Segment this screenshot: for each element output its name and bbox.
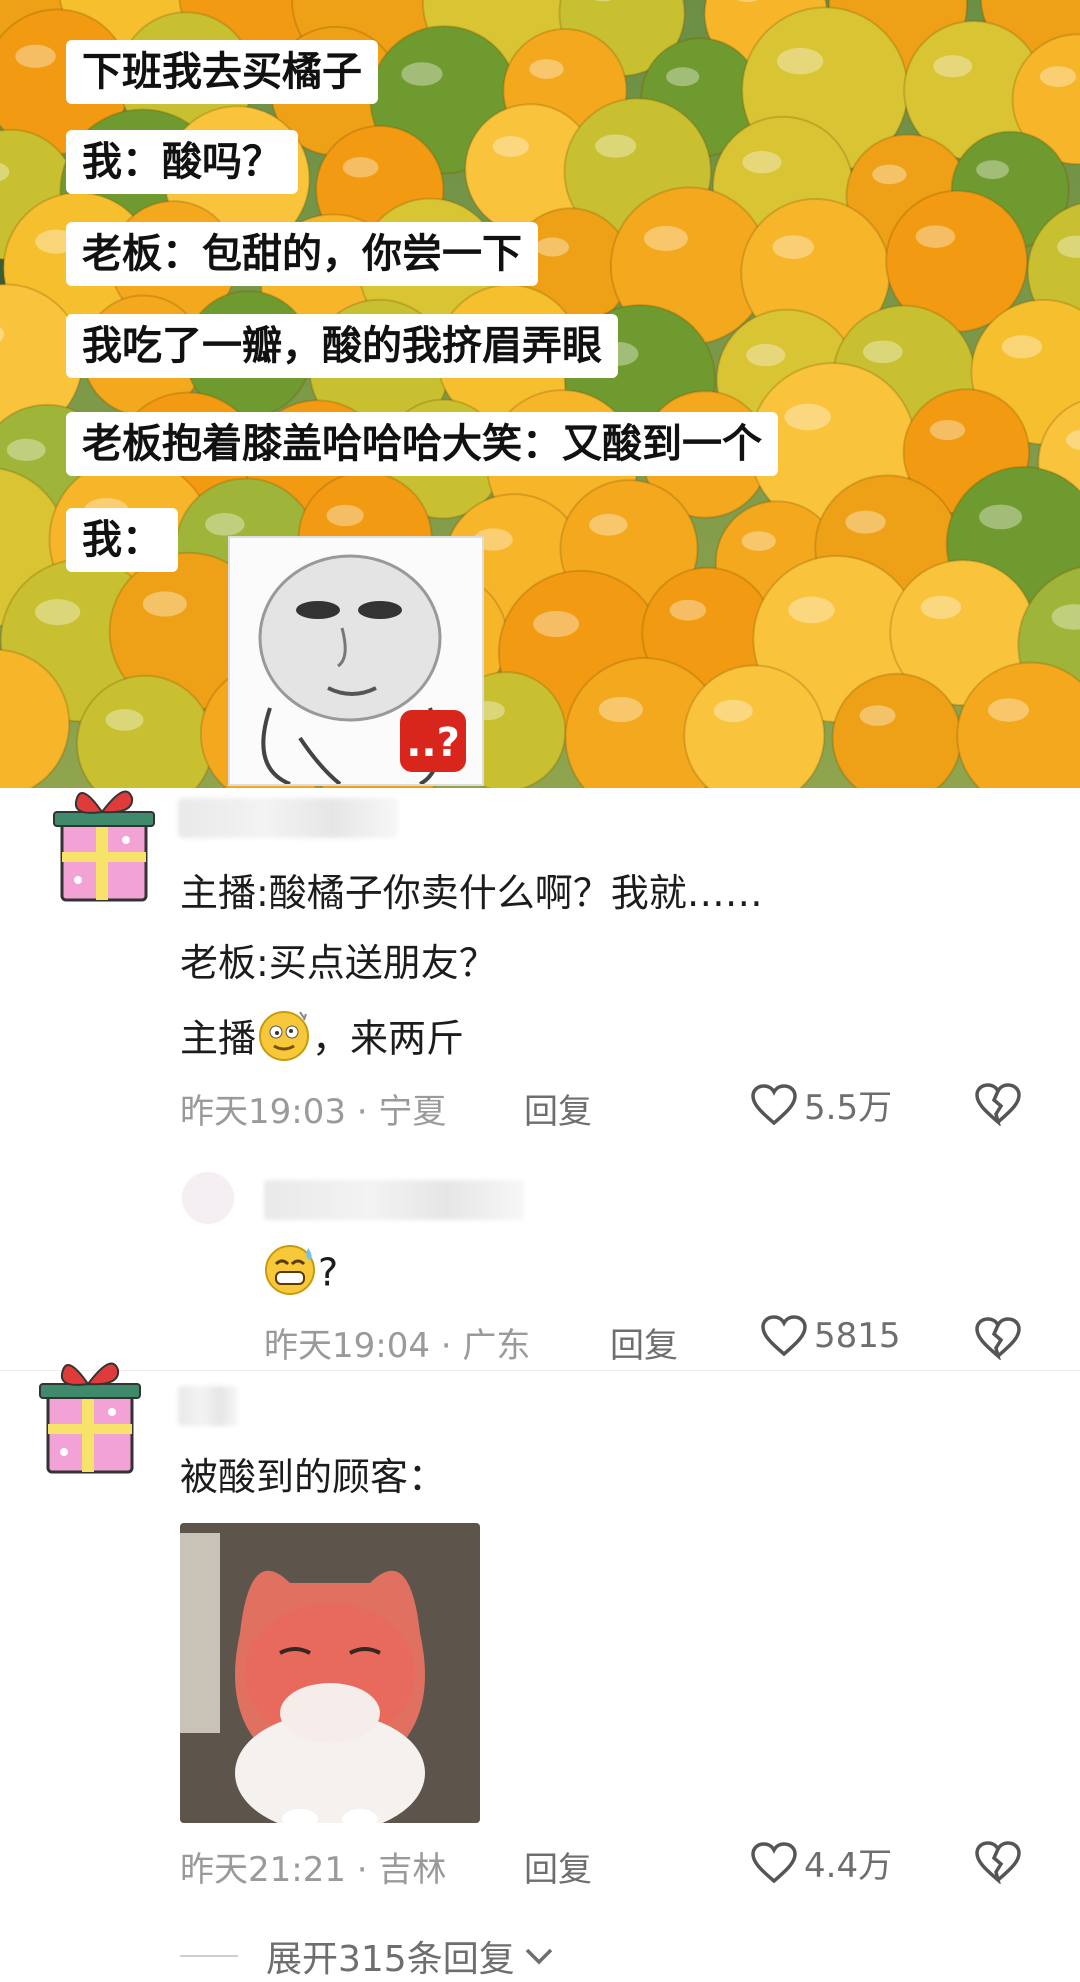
expand-replies-button[interactable]: 展开315条回复 — [180, 1930, 557, 1982]
caption-line-1: 下班我去买橘子 — [66, 40, 378, 104]
orange-highlight — [859, 705, 896, 726]
orange-highlight — [666, 67, 700, 87]
comment-2-like-button[interactable]: 5815 — [760, 1314, 901, 1358]
comment-1-line-3: 主播 ，来两斤 — [180, 1006, 464, 1076]
orange-highlight — [15, 44, 56, 68]
orange-highlight — [713, 699, 753, 723]
orange-highlight — [933, 55, 973, 78]
orange-highlight — [862, 340, 903, 364]
orange-highlight — [589, 513, 628, 536]
cat-meme-image[interactable] — [180, 1523, 480, 1823]
orange-highlight — [920, 595, 962, 619]
meme-face-sticker: ..? — [228, 536, 484, 786]
broken-heart-icon — [975, 1841, 1021, 1885]
oranges-image — [0, 0, 1080, 788]
caption-line-6: 我： — [66, 508, 178, 572]
caption-line-2: 我：酸吗？ — [66, 130, 298, 194]
username-blurred-2[interactable] — [264, 1180, 524, 1220]
orange-highlight — [105, 709, 144, 731]
orange-highlight — [772, 235, 814, 259]
orange-fruit — [831, 672, 963, 788]
orange-highlight — [535, 237, 570, 257]
gift-avatar-1[interactable] — [40, 780, 160, 910]
orange-highlight — [205, 513, 245, 536]
orange-highlight — [669, 599, 707, 621]
orange-highlight — [492, 136, 529, 157]
svg-text:..?: ..? — [406, 720, 460, 766]
comment-2-reply-button[interactable]: 回复 — [610, 1318, 678, 1367]
orange-highlight — [788, 596, 835, 624]
comment-2-meta: 昨天19:04 · 广东 — [264, 1326, 531, 1366]
broken-heart-icon — [975, 1317, 1021, 1361]
orange-highlight — [746, 343, 786, 367]
orange-highlight — [976, 160, 1010, 180]
post-photo[interactable]: 下班我去买橘子 我：酸吗？ 老板：包甜的，你尝一下 我吃了一瓣，酸的我挤眉弄眼 … — [0, 0, 1080, 788]
orange-highlight — [643, 225, 688, 252]
gift-avatar-2[interactable] — [26, 1352, 146, 1482]
orange-highlight — [845, 510, 886, 534]
orange-highlight — [776, 47, 824, 75]
dizzy-face-emoji-icon — [256, 1006, 312, 1076]
orange-highlight — [987, 698, 1029, 722]
heart-icon — [751, 1841, 797, 1883]
expand-divider-line — [180, 1955, 238, 1957]
comment-3-meta: 昨天21:21 · 吉林 — [180, 1850, 447, 1890]
orange-highlight — [929, 419, 966, 441]
comment-1-dislike-button[interactable] — [974, 1082, 1022, 1130]
orange-highlight — [142, 591, 187, 617]
reply-avatar[interactable] — [180, 1170, 236, 1226]
caption-line-4: 我吃了一瓣，酸的我挤眉弄眼 — [66, 314, 618, 378]
orange-highlight — [401, 62, 443, 86]
orange-highlight — [6, 438, 46, 461]
comment-3-like-button[interactable]: 4.4万 — [750, 1838, 892, 1887]
caption-line-3: 老板：包甜的，你尝一下 — [66, 222, 538, 286]
comment-3-text: 被酸到的顾客： — [180, 1455, 447, 1499]
orange-highlight — [326, 504, 364, 527]
caption-line-5: 老板抱着膝盖哈哈哈大笑：又酸到一个 — [66, 412, 778, 476]
comment-3-reply-button[interactable]: 回复 — [524, 1842, 592, 1891]
expand-replies-label: 展开315条回复 — [266, 1939, 515, 1980]
comment-1-like-count: 5.5万 — [804, 1088, 893, 1128]
comment-1-like-button[interactable]: 5.5万 — [750, 1080, 892, 1129]
orange-highlight — [34, 599, 81, 626]
orange-highlight — [1039, 66, 1077, 87]
orange-highlight — [533, 610, 580, 638]
orange-highlight — [915, 225, 956, 248]
orange-highlight — [784, 403, 831, 431]
sweat-smile-emoji-icon — [262, 1240, 318, 1310]
heart-icon — [761, 1315, 807, 1357]
comment-3-like-count: 4.4万 — [804, 1846, 893, 1886]
chevron-down-icon — [525, 1948, 552, 1965]
orange-highlight — [872, 164, 907, 185]
comment-1-line-1: 主播:酸橘子你卖什么啊？我就…… — [180, 871, 763, 915]
username-blurred-1[interactable] — [178, 798, 398, 838]
orange-highlight — [342, 157, 379, 178]
orange-highlight — [529, 59, 564, 79]
comment-1-meta: 昨天19:03 · 宁夏 — [180, 1092, 447, 1132]
comment-divider — [0, 1370, 1080, 1371]
orange-highlight — [1001, 335, 1043, 359]
orange-highlight — [595, 134, 637, 158]
comment-2-like-count: 5815 — [814, 1316, 901, 1356]
comment-1-reply-button[interactable]: 回复 — [524, 1084, 592, 1133]
comment-1-line-2: 老板:买点送朋友？ — [180, 941, 497, 985]
heart-icon — [751, 1083, 797, 1125]
orange-highlight — [978, 504, 1023, 530]
comment-3-dislike-button[interactable] — [974, 1840, 1022, 1888]
orange-highlight — [741, 531, 776, 551]
comment-2-dislike-button[interactable] — [974, 1316, 1022, 1364]
orange-highlight — [598, 696, 643, 723]
orange-highlight — [742, 150, 782, 174]
broken-heart-icon — [975, 1083, 1021, 1127]
comment-2-text: ? — [262, 1240, 338, 1310]
username-blurred-3[interactable] — [178, 1386, 238, 1426]
